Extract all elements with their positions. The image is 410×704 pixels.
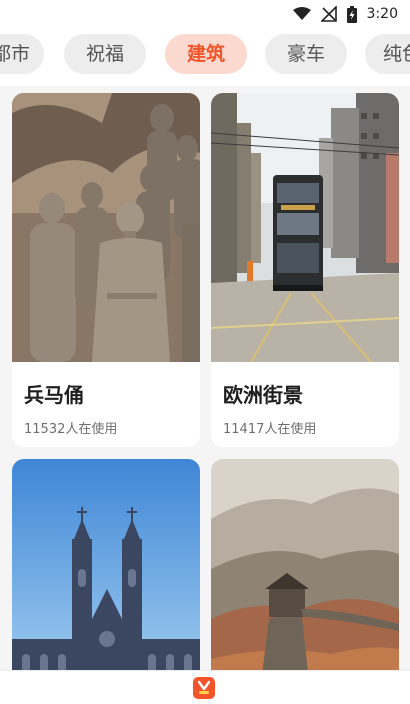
great-wall-image — [211, 459, 399, 670]
status-time: 3:20 — [366, 6, 398, 22]
wallpaper-grid: 兵马俑 11532人在使用 欧洲街景 11417人在使用 — [0, 86, 410, 670]
card-usage-count: 11532人在使用 — [24, 422, 118, 437]
wifi-icon — [292, 7, 311, 20]
card-usage-count: 11417人在使用 — [223, 422, 317, 437]
bottom-nav-bar — [0, 670, 410, 704]
terracotta-warriors-image — [12, 93, 200, 362]
wallpaper-card-great-wall[interactable] — [211, 459, 399, 670]
tab-blessing[interactable]: 祝福 — [64, 34, 146, 74]
tab-architecture[interactable]: 建筑 — [165, 34, 247, 74]
tab-urban[interactable]: 都市 — [0, 34, 44, 74]
tab-solid-color[interactable]: 纯色 — [365, 34, 410, 74]
european-street-image — [211, 93, 399, 362]
wallpaper-card-church[interactable] — [12, 459, 200, 670]
category-tabs: 都市 祝福 建筑 豪车 纯色 — [0, 28, 410, 86]
status-icons: 3:20 — [292, 5, 398, 23]
gothic-church-image — [12, 459, 200, 670]
wallpaper-card-terracotta[interactable]: 兵马俑 11532人在使用 — [12, 93, 200, 447]
app-home-icon[interactable] — [193, 677, 215, 699]
status-bar: 3:20 — [0, 0, 410, 28]
card-title: 欧洲街景 — [223, 383, 303, 407]
battery-charging-icon — [346, 5, 357, 23]
signal-off-icon — [320, 6, 337, 22]
wallpaper-card-european-street[interactable]: 欧洲街景 11417人在使用 — [211, 93, 399, 447]
tab-luxury-cars[interactable]: 豪车 — [265, 34, 347, 74]
card-title: 兵马俑 — [24, 383, 84, 407]
